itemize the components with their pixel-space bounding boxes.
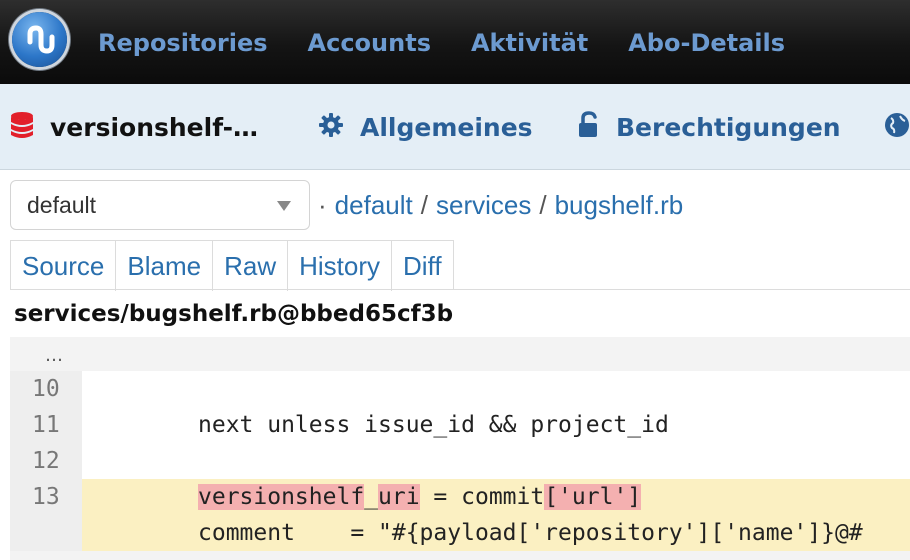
line-content: versionshelf _ uri = commit ['url'] <box>82 479 910 515</box>
tab-blame[interactable]: Blame <box>116 241 214 291</box>
settings-link-label: Allgemeines <box>360 112 533 142</box>
collapsed-lines-ellipsis[interactable]: … <box>45 345 63 366</box>
code-viewer[interactable]: … 10 11 next unless issue_id && project_… <box>10 337 910 560</box>
tab-history[interactable]: History <box>288 241 393 291</box>
main-nav: Repositories Accounts Aktivität Abo-Deta… <box>98 22 825 64</box>
globe-icon <box>884 112 910 142</box>
tab-raw[interactable]: Raw <box>213 241 289 291</box>
settings-link[interactable]: Allgemeines <box>318 84 533 170</box>
permissions-link-label: Berechtigungen <box>616 112 841 142</box>
line-content: comment = "#{payload['repository']['name… <box>82 515 910 551</box>
code-token: = commit <box>419 484 545 510</box>
top-navigation-bar: Repositories Accounts Aktivität Abo-Deta… <box>0 0 910 84</box>
repository-subnav: versionshelf-… Allgemeines Berechtigunge… <box>0 84 910 170</box>
nav-repositories[interactable]: Repositories <box>98 29 268 57</box>
repository-title: versionshelf-… <box>50 112 259 142</box>
file-path-heading: services/bugshelf.rb@bbed65cf3b <box>14 301 454 327</box>
breadcrumb-bullet: · <box>318 189 327 220</box>
breadcrumb-separator: / <box>539 189 547 220</box>
line-content: next unless issue_id && project_id <box>82 407 910 443</box>
line-number: 12 <box>10 443 82 479</box>
code-line: 12 <box>10 443 910 479</box>
nav-aktivitaet[interactable]: Aktivität <box>471 29 588 57</box>
code-line-highlighted: 13 versionshelf _ uri = commit ['url'] <box>10 479 910 515</box>
breadcrumb-branch[interactable]: default <box>335 190 413 221</box>
database-icon <box>10 111 34 143</box>
gear-icon <box>318 112 344 142</box>
line-number: 10 <box>10 371 82 407</box>
nav-abo-details[interactable]: Abo-Details <box>628 29 785 57</box>
line-content <box>82 443 910 479</box>
line-number: 11 <box>10 407 82 443</box>
web-link[interactable] <box>884 84 910 170</box>
app-logo-icon[interactable] <box>12 12 67 67</box>
caret-down-icon <box>277 201 291 211</box>
branch-select-value: default <box>27 191 97 218</box>
diff-token: uri <box>378 484 420 510</box>
code-line: 10 <box>10 371 910 407</box>
repository-header[interactable]: versionshelf-… <box>10 84 258 170</box>
breadcrumb: · default / services / bugshelf.rb <box>318 185 683 225</box>
tab-diff[interactable]: Diff <box>392 241 453 291</box>
breadcrumb-separator: / <box>420 189 428 220</box>
breadcrumb-folder[interactable]: services <box>436 190 531 221</box>
line-content <box>82 371 910 407</box>
line-number <box>10 515 82 551</box>
diff-token: versionshelf <box>198 484 365 510</box>
nav-accounts[interactable]: Accounts <box>308 29 431 57</box>
code-line-highlighted: comment = "#{payload['repository']['name… <box>10 515 910 551</box>
breadcrumb-file[interactable]: bugshelf.rb <box>555 190 684 221</box>
branch-select[interactable]: default <box>10 180 310 230</box>
code-token: _ <box>364 484 379 510</box>
file-view-tabs: Source Blame Raw History Diff <box>10 240 454 291</box>
diff-token: ['url'] <box>544 484 642 510</box>
tab-source[interactable]: Source <box>11 241 117 291</box>
tabs-divider <box>10 289 910 290</box>
code-line: 11 next unless issue_id && project_id <box>10 407 910 443</box>
unlock-icon <box>578 111 600 143</box>
permissions-link[interactable]: Berechtigungen <box>578 84 841 170</box>
line-number: 13 <box>10 479 82 515</box>
